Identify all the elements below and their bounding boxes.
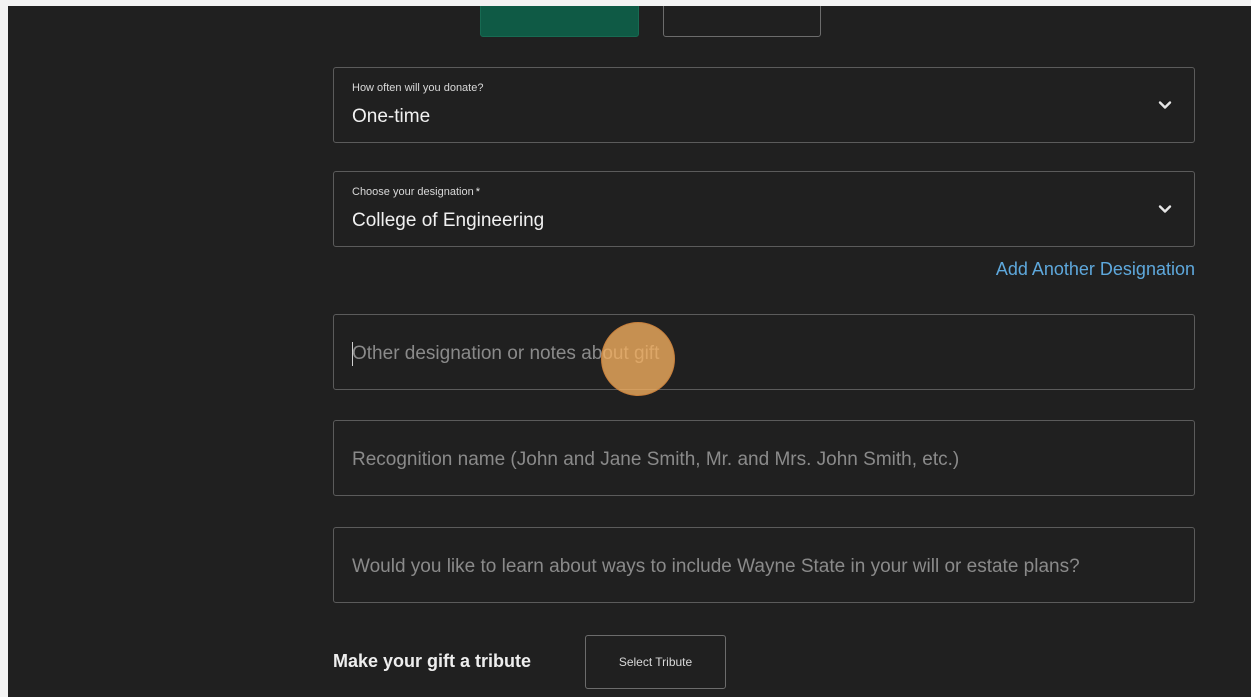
designation-select[interactable]: Choose your designation * College of Engi… xyxy=(333,171,1195,247)
estate-plans-input[interactable]: Would you like to learn about ways to in… xyxy=(333,527,1195,603)
donation-form: How often will you donate? One-time Choo… xyxy=(8,6,1251,697)
payment-type-option-selected[interactable] xyxy=(480,6,639,37)
estate-plans-placeholder: Would you like to learn about ways to in… xyxy=(352,556,1080,577)
chevron-down-icon xyxy=(1158,205,1172,213)
click-indicator xyxy=(601,322,675,396)
designation-notes-input[interactable]: Other designation or notes about gift xyxy=(333,314,1195,390)
recognition-name-placeholder: Recognition name (John and Jane Smith, M… xyxy=(352,449,960,470)
chevron-down-icon xyxy=(1158,101,1172,109)
select-tribute-button[interactable]: Select Tribute xyxy=(585,635,726,689)
frequency-label: How often will you donate? xyxy=(352,82,484,94)
designation-value: College of Engineering xyxy=(352,210,545,231)
add-another-designation-link[interactable]: Add Another Designation xyxy=(996,259,1195,280)
recognition-name-input[interactable]: Recognition name (John and Jane Smith, M… xyxy=(333,420,1195,496)
frequency-value: One-time xyxy=(352,106,431,127)
payment-type-option[interactable] xyxy=(663,6,821,37)
frequency-select[interactable]: How often will you donate? One-time xyxy=(333,67,1195,143)
tribute-heading: Make your gift a tribute xyxy=(333,651,532,671)
required-mark: * xyxy=(475,186,480,198)
designation-label: Choose your designation * xyxy=(352,186,480,198)
